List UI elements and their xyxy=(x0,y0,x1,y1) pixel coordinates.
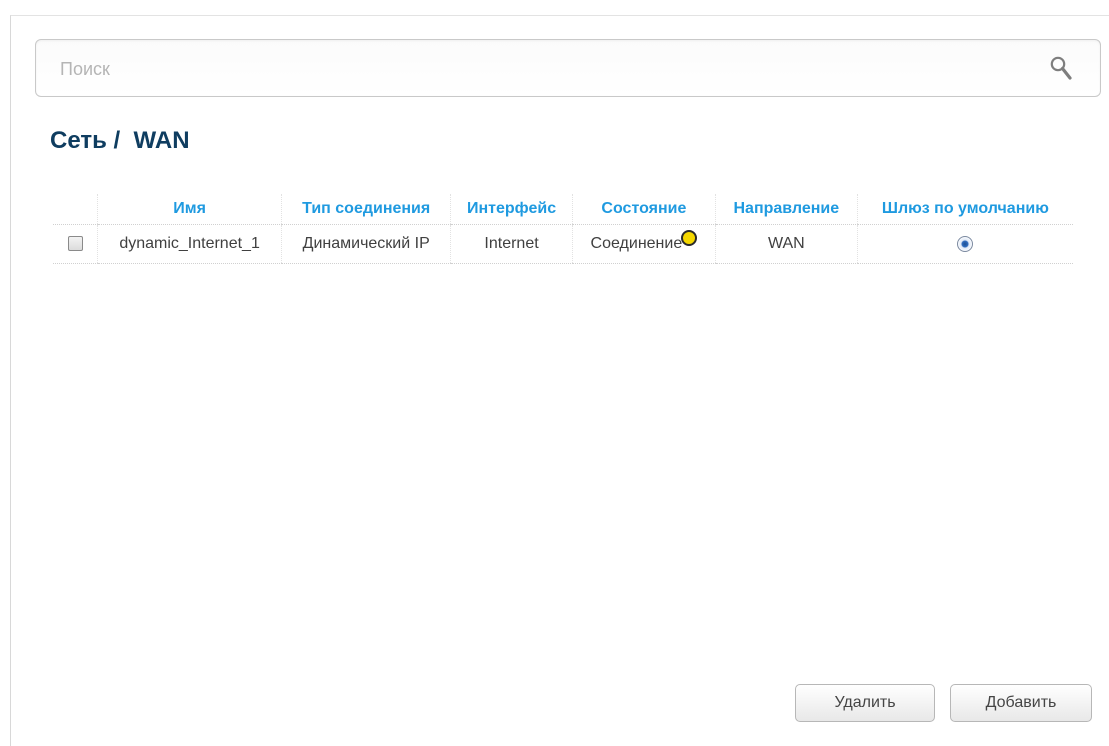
connection-direction[interactable]: WAN xyxy=(714,224,858,264)
header-direction[interactable]: Направление xyxy=(714,194,858,225)
search-icon[interactable] xyxy=(1046,53,1076,83)
default-gateway-radio[interactable] xyxy=(957,235,974,252)
wan-connections-table: Имя Тип соединения Интерфейс Состояние Н… xyxy=(53,194,1073,264)
content-panel xyxy=(10,15,1109,746)
header-status[interactable]: Состояние xyxy=(571,194,716,225)
table-header-row: Имя Тип соединения Интерфейс Состояние Н… xyxy=(53,194,1073,225)
header-name[interactable]: Имя xyxy=(96,194,282,225)
search-bar[interactable] xyxy=(35,39,1101,97)
page-title: Сеть / WAN xyxy=(50,127,190,154)
wan-table-container: Имя Тип соединения Интерфейс Состояние Н… xyxy=(53,194,1073,264)
status-indicator-icon xyxy=(681,230,698,246)
header-connection-type[interactable]: Тип соединения xyxy=(281,194,451,225)
connection-type[interactable]: Динамический IP xyxy=(281,224,451,264)
default-gateway-cell xyxy=(856,224,1073,264)
header-default-gateway[interactable]: Шлюз по умолчанию xyxy=(856,194,1073,225)
connection-interface[interactable]: Internet xyxy=(450,224,573,264)
connection-status-cell[interactable]: Соединение xyxy=(571,224,716,264)
row-select-cell xyxy=(53,224,98,264)
connection-name[interactable]: dynamic_Internet_1 xyxy=(96,224,282,264)
header-interface[interactable]: Интерфейс xyxy=(450,194,573,225)
table-row[interactable]: dynamic_Internet_1 Динамический IP Inter… xyxy=(53,224,1073,264)
add-button[interactable]: Добавить xyxy=(950,684,1092,722)
header-select xyxy=(53,194,98,225)
connection-status: Соединение xyxy=(590,235,683,252)
delete-button[interactable]: Удалить xyxy=(795,684,935,722)
row-select-checkbox[interactable] xyxy=(67,236,83,252)
search-input[interactable] xyxy=(58,52,1022,86)
